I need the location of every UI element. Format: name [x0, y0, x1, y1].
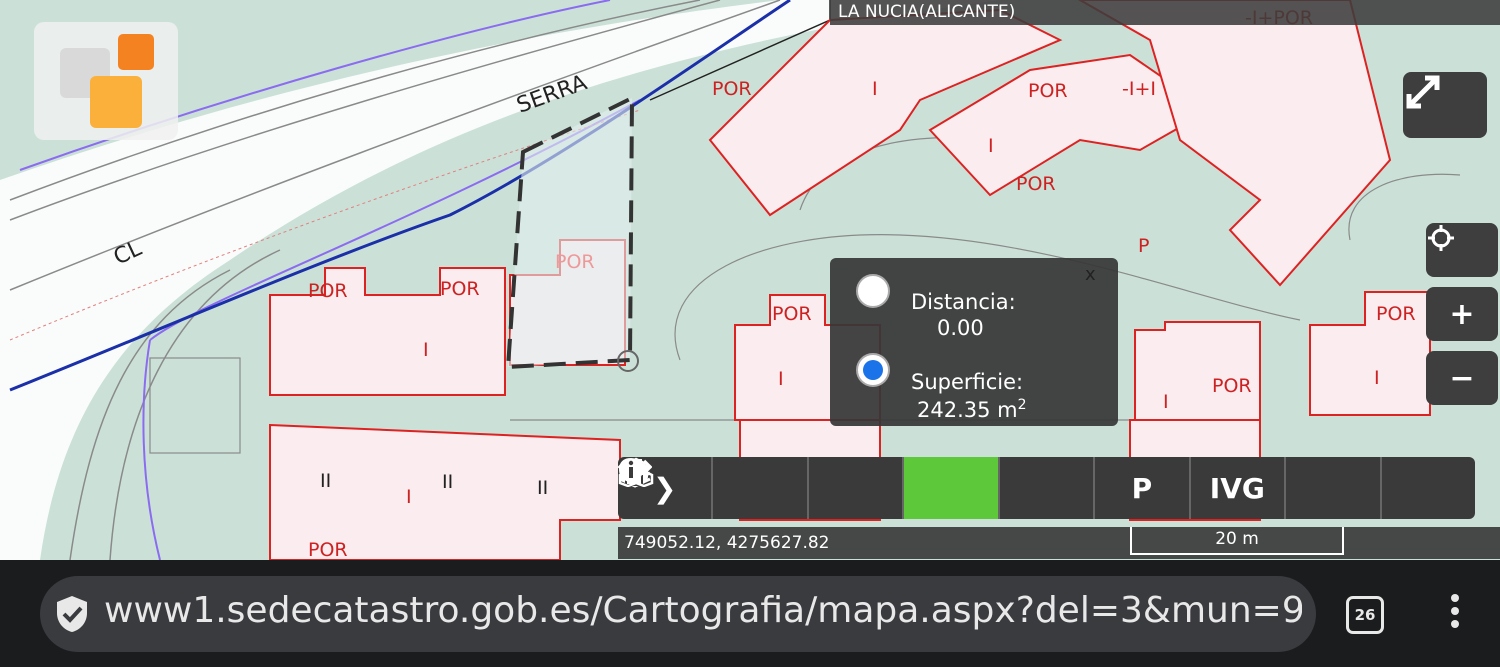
address-bar[interactable]: www1.sedecatastro.gob.es/Cartografia/map…: [40, 576, 1316, 652]
browser-bar: www1.sedecatastro.gob.es/Cartografia/map…: [0, 560, 1500, 667]
parcel-label: I: [1374, 367, 1380, 389]
plot-outline: [149, 357, 241, 454]
tool-parcel-button[interactable]: P: [1095, 457, 1191, 519]
fullscreen-button[interactable]: [1403, 72, 1487, 138]
parcel-pointer-icon: P: [1131, 471, 1153, 505]
measured-area-polygon: [505, 94, 635, 370]
parcel-label: POR: [772, 303, 812, 325]
overflow-menu-icon[interactable]: [1448, 594, 1462, 634]
catastro-logo[interactable]: [34, 22, 178, 140]
tool-print-button[interactable]: [620, 457, 1096, 519]
expand-chevron-icon: ❯: [652, 471, 677, 505]
parcel-label: -I+I: [1122, 78, 1156, 100]
measure-panel: x Distancia: 0.00 Superficie: 242.35 m2: [830, 258, 1118, 426]
tool-search-button[interactable]: [619, 457, 809, 519]
boundary-line: [142, 339, 161, 560]
parcel-label: I: [423, 339, 429, 361]
parcel-label: I: [778, 368, 784, 390]
area-radio[interactable]: [856, 353, 890, 387]
logo-square: [90, 76, 142, 128]
distance-label: Distancia:: [911, 290, 1016, 314]
parcel-label: I: [988, 135, 994, 157]
tool-layers-button[interactable]: [619, 457, 905, 519]
area-number: 242.35 m: [917, 398, 1018, 422]
close-button[interactable]: x: [1085, 264, 1096, 285]
locate-button[interactable]: [1426, 223, 1498, 277]
parcel-label: II: [320, 470, 331, 492]
status-bar: 749052.12, 4275627.82 20 m: [618, 527, 1500, 559]
crosshair-icon: [1428, 225, 1454, 251]
tool-info-button[interactable]: [619, 457, 1475, 519]
ivg-icon: IVG: [1209, 471, 1265, 505]
parcel-label: I: [406, 486, 412, 508]
zoom-in-button[interactable]: +: [1426, 287, 1498, 341]
url-text[interactable]: www1.sedecatastro.gob.es/Cartografia/map…: [104, 590, 1302, 631]
scale-bar: 20 m: [1130, 527, 1344, 555]
tool-measure-button[interactable]: [618, 457, 1000, 519]
parcel-label: POR: [1028, 80, 1068, 102]
coordinate-readout: 749052.12, 4275627.82: [624, 533, 830, 553]
parcel-label: I: [1163, 391, 1169, 413]
area-unit-exponent: 2: [1017, 397, 1027, 413]
parcel-label: POR: [440, 278, 480, 300]
tool-ivg-button[interactable]: IVG: [1191, 457, 1287, 519]
parcel-label: II: [442, 471, 453, 493]
info-icon: [619, 458, 643, 482]
parcel-label: II: [537, 477, 548, 499]
parcel-label: POR: [308, 280, 348, 302]
parcel-label: POR: [308, 539, 348, 560]
parcel-label: POR: [1212, 375, 1252, 397]
secure-shield-icon[interactable]: [54, 594, 90, 634]
parcel-label: P: [1138, 235, 1149, 257]
tools-toolbar: ❯ P IVG: [618, 457, 1475, 519]
region-title: LA NUCIA(ALICANTE): [830, 0, 1500, 25]
logo-square: [118, 34, 154, 70]
distance-value: 0.00: [937, 316, 984, 340]
tab-switcher-button[interactable]: 26: [1346, 596, 1384, 634]
parcel-label: POR: [712, 78, 752, 100]
tool-3d-button[interactable]: [618, 457, 1382, 519]
parcel-label: I: [872, 78, 878, 100]
parcel-label: POR: [1016, 173, 1056, 195]
area-label: Superficie:: [911, 370, 1024, 394]
expand-icon: [1406, 75, 1440, 109]
parcel-label: POR: [555, 251, 595, 273]
distance-radio[interactable]: [856, 274, 890, 308]
area-value: 242.35 m2: [917, 397, 1027, 422]
zoom-out-button[interactable]: −: [1426, 351, 1498, 405]
parcel-label: POR: [1376, 303, 1416, 325]
cadastral-map[interactable]: SERRA CL POR POR POR POR POR POR POR POR…: [0, 0, 1500, 560]
